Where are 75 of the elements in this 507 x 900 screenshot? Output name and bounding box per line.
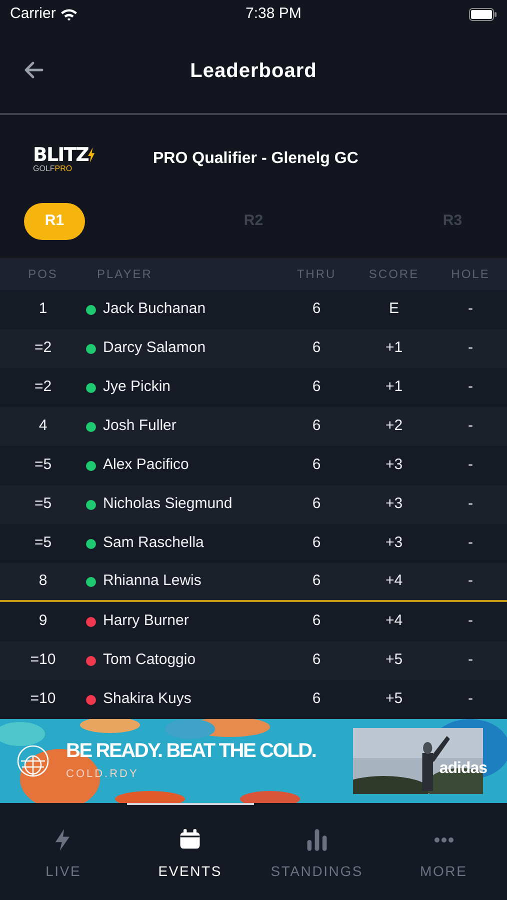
thru-text: 6	[312, 690, 321, 708]
position-text: =2	[34, 339, 52, 356]
player-name: Nicholas Siegmund	[103, 495, 232, 512]
hole-text: -	[468, 300, 473, 318]
hole-text: -	[468, 612, 473, 630]
tab-bar-item[interactable]: EVENTS	[126, 803, 254, 900]
thru-text: 6	[312, 612, 321, 630]
thru-text: 6	[312, 534, 321, 552]
hole-text: -	[468, 651, 473, 668]
player-name: Harry Burner	[103, 612, 189, 630]
column-header: PLAYER	[97, 267, 152, 281]
position-text: =5	[34, 495, 52, 512]
score-text: +3	[385, 495, 403, 512]
position-text: =10	[30, 651, 56, 668]
event-title: PRO Qualifier - Glenelg GC	[153, 149, 358, 169]
thru-text: 6	[312, 495, 321, 512]
logo-subtitle: GOLF	[33, 164, 55, 172]
logo-wordmark: BLITZ	[33, 146, 88, 164]
position-text: =5	[34, 456, 52, 474]
player-name: Josh Fuller	[103, 417, 176, 434]
position-text: 8	[38, 572, 48, 590]
battery-icon	[469, 8, 497, 20]
page-title: Leaderboard	[190, 58, 317, 84]
hole-text: -	[468, 495, 473, 512]
player-name: Jye Pickin	[103, 378, 171, 396]
score-text: +1	[385, 339, 403, 356]
score-text: +5	[385, 690, 403, 708]
player-name: Rhianna Lewis	[103, 572, 202, 590]
column-header: HOLE	[451, 267, 490, 281]
logo-subtitle: PRO	[54, 164, 72, 172]
tab-bar-item[interactable]: LIVE	[0, 803, 127, 900]
hole-text: -	[468, 690, 473, 708]
hole-text: -	[468, 339, 473, 356]
tab-bar-item[interactable]: STANDINGS	[254, 803, 380, 900]
status-time: 7:38 PM	[245, 4, 302, 22]
wifi-icon	[60, 8, 78, 20]
carrier-name: Carrier	[10, 4, 56, 24]
score-text: +4	[385, 572, 403, 590]
position-text: =10	[30, 690, 56, 708]
thru-text: 6	[312, 300, 321, 318]
score-text: +4	[385, 612, 403, 630]
thru-text: 6	[312, 572, 321, 590]
thru-text: 6	[312, 651, 321, 668]
thru-text: 6	[312, 339, 321, 356]
position-text: 9	[38, 612, 48, 630]
player-name: Darcy Salamon	[103, 339, 206, 356]
player-name: Jack Buchanan	[103, 300, 206, 318]
position-text: =2	[34, 378, 52, 396]
column-header: THRU	[296, 267, 336, 281]
hole-text: -	[468, 378, 473, 396]
hole-text: -	[468, 456, 473, 474]
score-text: +2	[385, 417, 403, 434]
player-name: Alex Pacifico	[103, 456, 189, 474]
score-text: +1	[385, 378, 403, 396]
thru-text: 6	[312, 378, 321, 396]
round-tab[interactable]: R1	[24, 203, 85, 240]
score-text: +3	[385, 534, 403, 552]
position-text: =5	[34, 534, 52, 552]
hole-text: -	[468, 534, 473, 552]
thru-text: 6	[312, 456, 321, 474]
hole-text: -	[468, 572, 473, 590]
player-name: Sam Raschella	[103, 534, 204, 552]
thru-text: 6	[312, 417, 321, 434]
hole-text: -	[468, 417, 473, 434]
column-header: SCORE	[368, 267, 420, 281]
player-name: Shakira Kuys	[103, 690, 192, 708]
column-header: POS	[28, 267, 58, 281]
player-name: Tom Catoggio	[103, 651, 196, 668]
position-text: 1	[38, 300, 48, 318]
tab-bar-item[interactable]: MORE	[380, 803, 507, 900]
score-text: E	[388, 300, 399, 318]
score-text: +3	[385, 456, 403, 474]
score-text: +5	[385, 651, 403, 668]
lightning-icon	[88, 147, 95, 163]
position-text: 4	[38, 417, 48, 434]
